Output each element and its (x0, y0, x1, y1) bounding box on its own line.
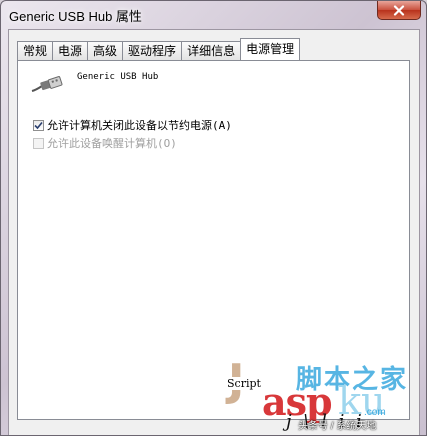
properties-window: Generic USB Hub 属性 常规 电源 高级 驱动程序 详细信息 电源… (0, 0, 427, 436)
tab-power-management[interactable]: 电源管理 (240, 38, 301, 60)
usb-plug-icon (31, 76, 63, 99)
window-title: Generic USB Hub 属性 (9, 9, 142, 24)
tab-advanced[interactable]: 高级 (87, 41, 124, 60)
allow-wake-label: 允许此设备唤醒计算机(O) (47, 137, 177, 150)
tab-general[interactable]: 常规 (17, 41, 54, 60)
script-label: Script (225, 377, 263, 390)
watermark-credit: 头条号 / 系统天地 (298, 421, 377, 432)
allow-power-off-option[interactable]: 允许计算机关闭此设备以节约电源(A) (33, 117, 232, 133)
allow-power-off-label: 允许计算机关闭此设备以节约电源(A) (47, 119, 232, 132)
tab-strip: 常规 电源 高级 驱动程序 详细信息 电源管理 (17, 38, 301, 60)
allow-wake-checkbox[interactable] (33, 137, 44, 149)
tab-power[interactable]: 电源 (52, 41, 89, 60)
tab-details[interactable]: 详细信息 (181, 41, 242, 60)
allow-wake-option[interactable]: 允许此设备唤醒计算机(O) (33, 135, 177, 151)
title-bar[interactable]: Generic USB Hub 属性 (1, 1, 426, 29)
checkmark-icon (34, 121, 43, 129)
close-button[interactable] (377, 1, 421, 20)
device-name: Generic USB Hub (77, 72, 159, 82)
tab-driver[interactable]: 驱动程序 (122, 41, 183, 60)
site-watermark: J 脚本之家 asp ku .com j \ l i i 头条号 / 系统天地 (226, 353, 426, 435)
allow-power-off-checkbox[interactable] (33, 119, 44, 131)
close-icon (393, 4, 405, 16)
